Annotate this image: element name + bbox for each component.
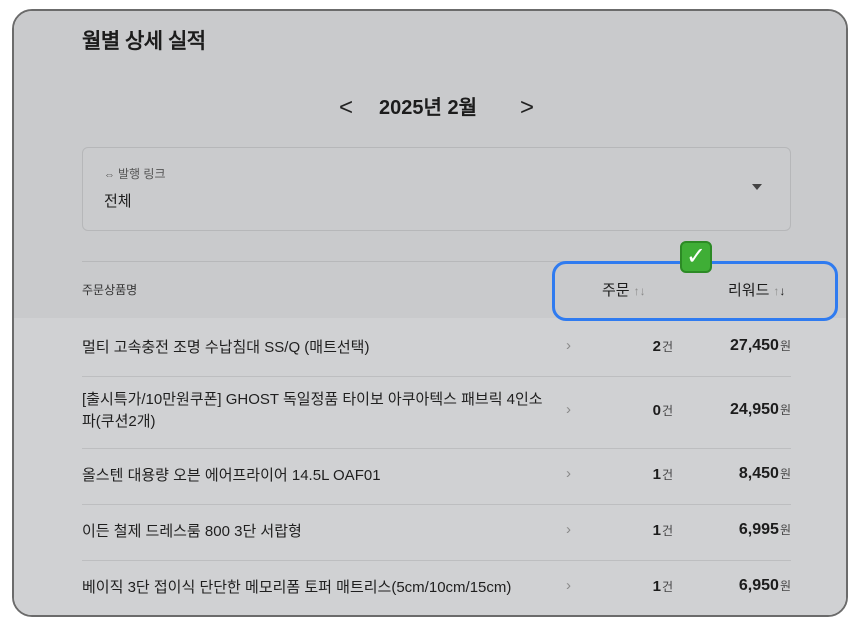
order-count: 0건	[652, 402, 673, 419]
chevron-right-icon[interactable]: ›	[566, 521, 571, 538]
reward-amount: 24,950원	[730, 401, 791, 418]
table-row[interactable]: [출시특가/10만원쿠폰] GHOST 독일정품 타이보 아쿠아텍스 패브릭 4…	[82, 376, 791, 449]
table-row[interactable]: 올스텐 대용량 오븐 에어프라이어 14.5L OAF01 › 1건 8,450…	[82, 448, 791, 505]
table-row[interactable]: 멀티 고속충전 조명 수납침대 SS/Q (매트선택) › 2건 27,450원	[82, 321, 791, 377]
reward-amount: 6,995원	[738, 521, 791, 538]
order-count: 1건	[652, 466, 673, 483]
checkmark-icon: ✓	[680, 241, 712, 273]
reward-amount: 27,450원	[730, 337, 791, 354]
prev-month-button[interactable]: <	[339, 93, 353, 123]
product-name: 올스텐 대용량 오븐 에어프라이어 14.5L OAF01	[82, 467, 381, 484]
table-row[interactable]: 이든 철제 드레스룸 800 3단 서랍형 › 1건 6,995원	[82, 504, 791, 561]
reward-amount: 6,950원	[738, 577, 791, 594]
filter-label-text: 발행 링크	[118, 167, 166, 181]
column-header-product-name: 주문상품명	[82, 283, 138, 297]
month-label: 2025년 2월	[379, 97, 477, 119]
chevron-right-icon[interactable]: ›	[566, 577, 571, 594]
next-month-button[interactable]: >	[520, 93, 534, 123]
filter-label: ⇔ 발행 링크	[104, 165, 166, 182]
chevron-right-icon[interactable]: ›	[566, 337, 571, 354]
product-name: 멀티 고속충전 조명 수납침대 SS/Q (매트선택)	[82, 339, 370, 356]
product-name: [출시특가/10만원쿠폰] GHOST 독일정품 타이보 아쿠아텍스 패브릭 4…	[82, 391, 543, 430]
order-count: 1건	[652, 522, 673, 539]
order-count: 1건	[652, 578, 673, 595]
chevron-right-icon[interactable]: ›	[566, 401, 571, 418]
filter-value: 전체	[104, 193, 132, 210]
app-frame: 월별 상세 실적 < 2025년 2월 > ⇔ 발행 링크 전체 주문상품명 주문…	[12, 9, 848, 617]
month-navigation: < 2025년 2월 >	[14, 93, 846, 123]
chevron-down-icon[interactable]	[752, 184, 762, 190]
order-count: 2건	[652, 338, 673, 355]
page-title: 월별 상세 실적	[82, 30, 206, 53]
table-row[interactable]: 베이직 3단 접이식 단단한 메모리폼 토퍼 매트리스(5cm/10cm/15c…	[82, 560, 791, 615]
product-name: 이든 철제 드레스룸 800 3단 서랍형	[82, 523, 302, 540]
link-filter-select[interactable]: ⇔ 발행 링크 전체	[82, 147, 791, 231]
link-icon: ⇔	[104, 169, 115, 181]
chevron-right-icon[interactable]: ›	[566, 465, 571, 482]
product-name: 베이직 3단 접이식 단단한 메모리폼 토퍼 매트리스(5cm/10cm/15c…	[82, 579, 512, 596]
reward-amount: 8,450원	[738, 465, 791, 482]
